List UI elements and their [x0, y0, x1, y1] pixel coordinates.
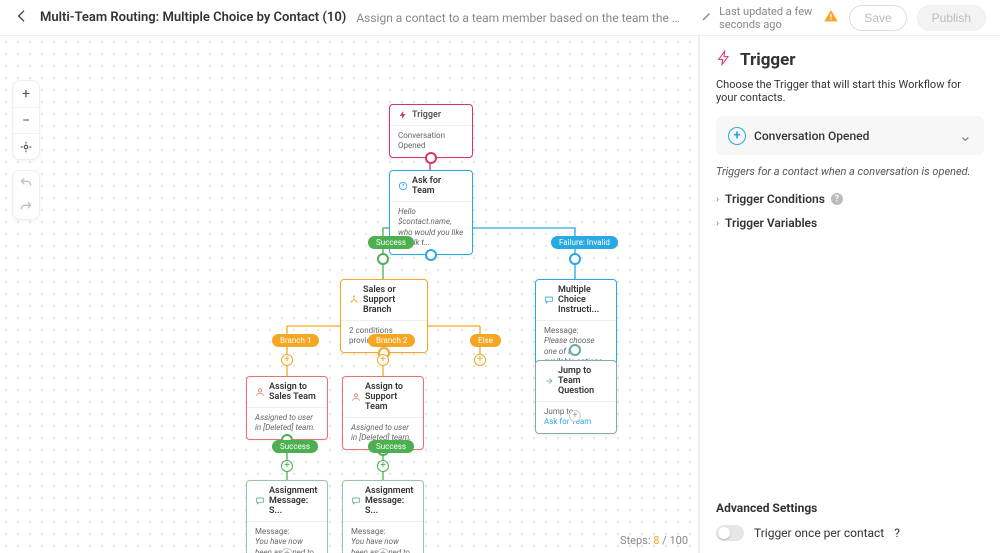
node-branch-title: Sales or Support Branch [363, 285, 419, 315]
page-title: Multi-Team Routing: Multiple Choice by C… [40, 10, 346, 25]
node-ask-title: Ask for Team [412, 176, 464, 196]
node-mc-title: Multiple Choice Instructi... [558, 285, 608, 315]
port-mc-out[interactable] [569, 344, 581, 356]
add-step-end-support[interactable]: + [377, 548, 389, 553]
trigger-variables-section[interactable]: › Trigger Variables [716, 216, 984, 230]
jump-icon [544, 376, 554, 386]
label-success-sales: Success [272, 440, 318, 453]
last-updated: Last updated a few seconds ago [701, 5, 813, 31]
user-icon [351, 392, 361, 402]
node-msg-sales-title: Assignment Message: S... [269, 486, 319, 516]
add-step-branch2[interactable]: + [377, 354, 389, 366]
label-else: Else [470, 334, 501, 347]
inspector-sidebar: Trigger Choose the Trigger that will sta… [700, 36, 1000, 553]
advanced-title: Advanced Settings [716, 501, 984, 515]
svg-text:?: ? [402, 184, 405, 190]
app-header: Multi-Team Routing: Multiple Choice by C… [0, 0, 1000, 36]
branch-icon [349, 295, 359, 305]
message-icon [351, 496, 361, 506]
node-assign-support[interactable]: Assign to Support Team Assigned to user … [342, 376, 424, 450]
warning-icon[interactable] [823, 8, 839, 28]
jump-target-link[interactable]: Ask for Team [544, 417, 591, 426]
back-arrow-icon[interactable] [14, 8, 30, 28]
steps-counter: Steps: 8 / 100 [620, 534, 688, 547]
publish-button[interactable]: Publish [917, 5, 986, 31]
trigger-select[interactable]: + Conversation Opened ⌄ [716, 116, 984, 155]
node-jump[interactable]: Jump to Team Question Jump toAsk for Tea… [535, 360, 617, 434]
port-failure[interactable] [569, 253, 581, 265]
pencil-icon[interactable] [701, 10, 713, 25]
advanced-settings: Advanced Settings Trigger once per conta… [716, 501, 984, 541]
trigger-once-label: Trigger once per contact [754, 526, 884, 540]
zoom-in-button[interactable]: + [13, 81, 39, 107]
add-step-end-sales[interactable]: + [281, 548, 293, 553]
user-icon [255, 387, 265, 397]
trigger-note: Triggers for a contact when a conversati… [716, 165, 984, 178]
sidebar-desc: Choose the Trigger that will start this … [716, 78, 984, 104]
undo-button[interactable] [13, 171, 39, 195]
add-step-branch1[interactable]: + [281, 354, 293, 366]
last-updated-text: Last updated a few seconds ago [719, 5, 813, 31]
add-step-after-jump[interactable]: + [569, 410, 581, 422]
zoom-controls: + − [12, 80, 40, 160]
plus-circle-icon: + [728, 127, 746, 145]
add-step-after-sales[interactable]: + [281, 460, 293, 472]
node-msg-support-title: Assignment Message: S... [365, 486, 415, 516]
zoom-out-button[interactable]: − [13, 107, 39, 133]
help-icon[interactable]: ? [831, 193, 843, 205]
port-out[interactable] [425, 249, 437, 261]
trigger-once-toggle[interactable] [716, 525, 744, 541]
help-icon[interactable]: ? [894, 526, 900, 540]
trigger-conditions-section[interactable]: › Trigger Conditions ? [716, 192, 984, 206]
history-controls [12, 170, 40, 220]
port-out[interactable] [425, 152, 437, 164]
label-failure: Failure: Invalid [551, 236, 618, 249]
chevron-down-icon: ⌄ [959, 126, 972, 145]
chevron-right-icon: › [716, 218, 719, 229]
bolt-icon [398, 110, 408, 120]
workflow-canvas[interactable]: + − [0, 36, 700, 553]
trigger-select-label: Conversation Opened [754, 129, 951, 143]
node-trigger-title: Trigger [412, 110, 441, 120]
node-msg-support[interactable]: Assignment Message: S... Message:You hav… [342, 480, 424, 553]
question-icon: ? [398, 181, 408, 191]
label-success-support: Success [368, 440, 414, 453]
port-success[interactable] [377, 253, 389, 265]
page-subtitle: Assign a contact to a team member based … [356, 11, 681, 25]
chevron-right-icon: › [716, 194, 719, 205]
add-step-else[interactable]: + [474, 354, 486, 366]
node-assign-support-title: Assign to Support Team [365, 382, 415, 412]
node-assign-sales-title: Assign to Sales Team [269, 382, 319, 402]
label-success: Success [368, 236, 414, 249]
save-button[interactable]: Save [849, 5, 906, 31]
label-branch2: Branch 2 [368, 334, 415, 347]
redo-button[interactable] [13, 195, 39, 219]
node-assign-sales[interactable]: Assign to Sales Team Assigned to user in… [246, 376, 328, 440]
add-step-after-support[interactable]: + [377, 460, 389, 472]
node-msg-sales[interactable]: Assignment Message: S... Message:You hav… [246, 480, 328, 553]
node-jump-title: Jump to Team Question [558, 366, 608, 396]
label-branch1: Branch 1 [272, 334, 319, 347]
sidebar-title: Trigger [740, 50, 796, 70]
message-icon [255, 496, 265, 506]
node-trigger[interactable]: Trigger Conversation Opened [389, 104, 473, 158]
message-icon [544, 295, 554, 305]
zoom-fit-button[interactable] [13, 133, 39, 159]
bolt-icon [716, 50, 732, 70]
